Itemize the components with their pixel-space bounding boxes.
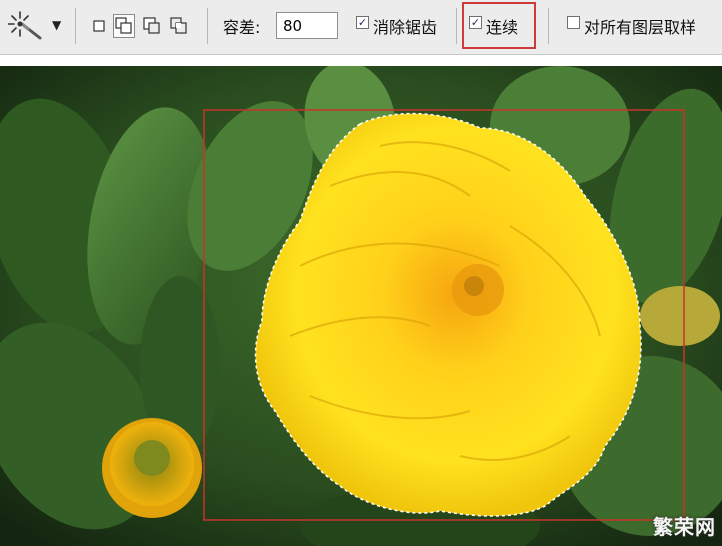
small-marigold [102,418,202,518]
chevron-down-icon[interactable]: ▼ [52,18,61,32]
checkbox-check-icon[interactable]: ✓ [356,16,369,29]
subtract-from-selection-icon [143,17,160,34]
intersect-selection-button[interactable] [168,14,190,38]
contiguous-highlight-box [462,2,536,49]
marigold-photo [0,66,722,546]
sample-all-layers-label: 对所有图层取样 [584,18,697,37]
intersect-selection-icon [170,17,187,34]
tolerance-input[interactable] [276,12,338,39]
toolbar-divider [75,8,76,44]
add-to-selection-icon [115,17,132,34]
watermark-text: 繁荣网 [653,515,716,539]
magic-wand-icon [8,11,42,40]
toolbar-divider [548,8,549,44]
toolbar-divider [207,8,208,44]
document-canvas[interactable]: 繁荣网 [0,66,722,546]
checkbox-empty-icon[interactable] [567,16,580,29]
toolbar-divider [456,8,457,44]
new-selection-icon [93,20,105,32]
tool-preset-picker[interactable]: ▼ [8,10,64,40]
antialias-label: 消除锯齿 [373,18,438,37]
options-toolbar: ▼ 容差: ✓ 消除锯齿 ✓ 连续 [0,0,722,55]
subtract-from-selection-button[interactable] [140,14,162,38]
add-to-selection-button[interactable] [113,14,135,38]
new-selection-button[interactable] [88,14,110,38]
tolerance-label: 容差: [223,18,261,37]
